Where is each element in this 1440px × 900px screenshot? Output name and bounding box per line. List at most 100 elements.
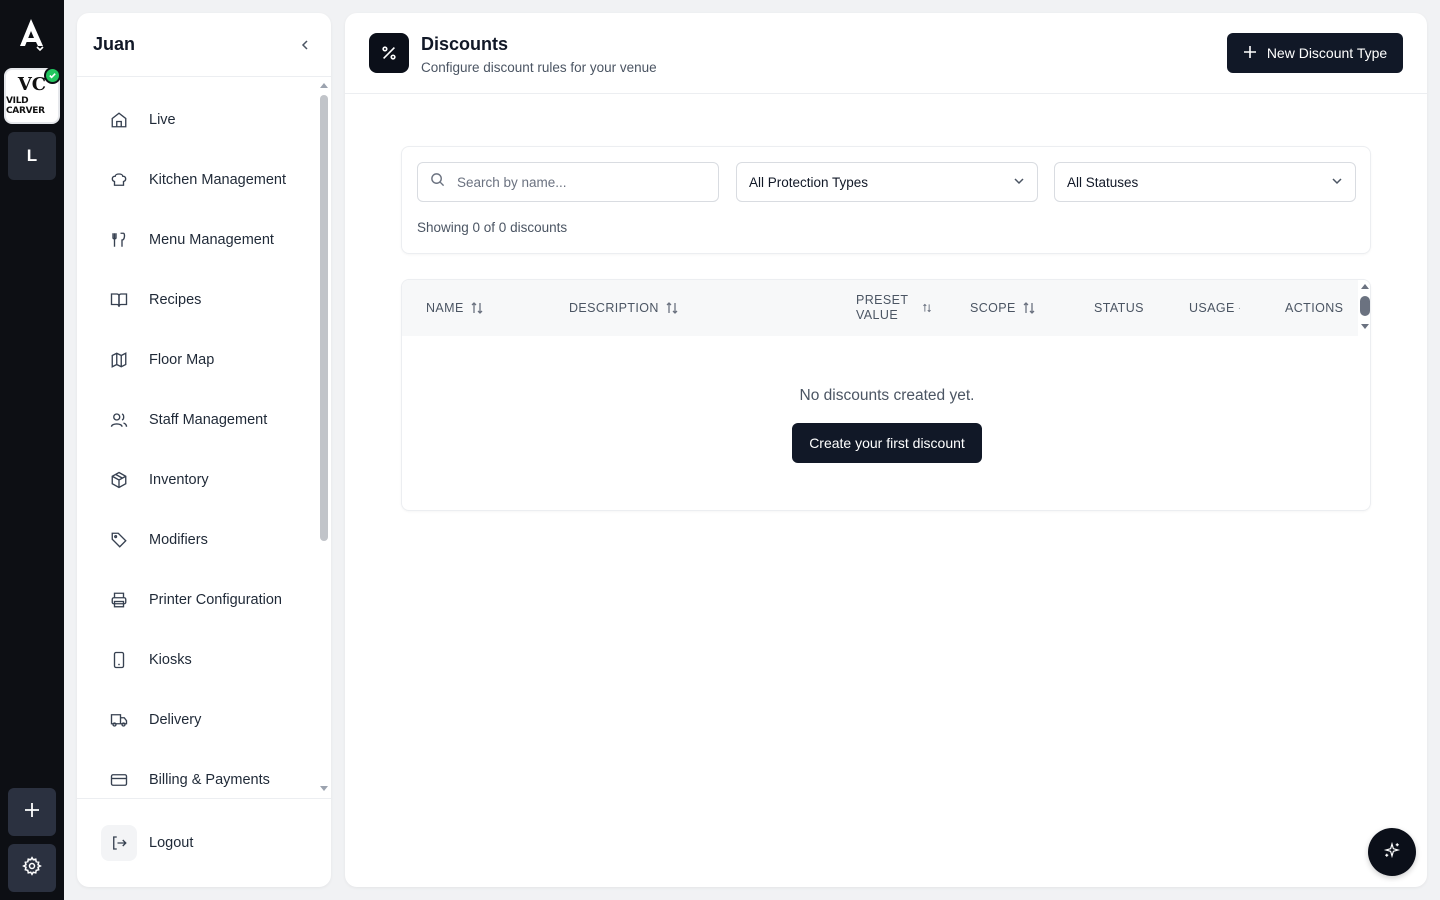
filter-card: All Protection Types All Statuses Showin… xyxy=(401,146,1371,254)
sidebar-item-label: Delivery xyxy=(149,712,202,728)
sidebar: Juan Live Kitchen Management Menu Manage… xyxy=(77,13,331,887)
column-label: PRESET VALUE xyxy=(856,293,908,323)
empty-state-message: No discounts created yet. xyxy=(799,387,975,404)
app-rail: VC VILD CARVER L xyxy=(0,0,64,900)
column-label: SCOPE xyxy=(970,301,1016,315)
sidebar-item-label: Inventory xyxy=(149,472,209,488)
scrollbar-thumb[interactable] xyxy=(320,95,328,541)
column-header-description[interactable]: DESCRIPTION xyxy=(569,280,679,336)
ai-assistant-button[interactable] xyxy=(1368,828,1416,876)
page-subtitle: Configure discount rules for your venue xyxy=(421,60,657,75)
utensils-icon xyxy=(109,230,129,250)
column-header-status: STATUS xyxy=(1094,301,1144,315)
dot-icon: · xyxy=(1237,302,1242,314)
column-header-actions: ACTIONS xyxy=(1285,301,1344,315)
scroll-up-icon[interactable] xyxy=(320,83,328,88)
sparkles-icon xyxy=(1383,841,1401,864)
results-count: Showing 0 of 0 discounts xyxy=(417,220,568,235)
add-icon xyxy=(22,800,42,825)
chevron-down-icon xyxy=(1013,175,1025,190)
chef-hat-icon xyxy=(109,170,129,190)
sidebar-item-label: Menu Management xyxy=(149,232,274,248)
sidebar-item-label: Printer Configuration xyxy=(149,592,282,608)
map-icon xyxy=(109,350,129,370)
settings-icon xyxy=(22,855,42,881)
sidebar-item-staff-management[interactable]: Staff Management xyxy=(77,390,317,450)
sidebar-scrollbar[interactable] xyxy=(317,83,331,795)
sidebar-item-label: Floor Map xyxy=(149,352,215,368)
main-panel: Discounts Configure discount rules for y… xyxy=(345,13,1427,887)
sidebar-item-label: Kitchen Management xyxy=(149,172,287,188)
venue-monogram: VC xyxy=(17,74,47,95)
app-logo-icon[interactable] xyxy=(12,14,52,54)
sidebar-item-label: Staff Management xyxy=(149,412,268,428)
create-first-discount-button[interactable]: Create your first discount xyxy=(792,423,982,463)
search-box[interactable] xyxy=(417,162,719,202)
credit-card-icon xyxy=(109,770,129,790)
sidebar-nav: Live Kitchen Management Menu Management … xyxy=(77,90,317,798)
add-venue-button[interactable] xyxy=(8,788,56,836)
sidebar-item-label: Kiosks xyxy=(149,652,192,668)
percent-icon xyxy=(369,33,409,73)
scroll-down-icon[interactable] xyxy=(320,786,328,791)
sidebar-item-modifiers[interactable]: Modifiers xyxy=(77,510,317,570)
sidebar-item-printer-configuration[interactable]: Printer Configuration xyxy=(77,570,317,630)
printer-icon xyxy=(109,590,129,610)
sidebar-footer: Logout xyxy=(77,798,331,887)
sidebar-item-kitchen-management[interactable]: Kitchen Management xyxy=(77,150,317,210)
sort-icon xyxy=(1022,301,1036,315)
scroll-up-icon[interactable] xyxy=(1361,284,1369,289)
sort-icon xyxy=(665,301,679,315)
package-icon xyxy=(109,470,129,490)
page-header: Discounts Configure discount rules for y… xyxy=(345,13,1427,94)
protection-type-select[interactable]: All Protection Types xyxy=(736,162,1038,202)
column-header-scope[interactable]: SCOPE xyxy=(970,280,1036,336)
logout-icon[interactable] xyxy=(101,825,137,861)
sidebar-item-delivery[interactable]: Delivery xyxy=(77,690,317,750)
sidebar-item-floor-map[interactable]: Floor Map xyxy=(77,330,317,390)
sidebar-item-billing-payments[interactable]: Billing & Payments xyxy=(77,750,317,798)
book-icon xyxy=(109,290,129,310)
table-header: NAME DESCRIPTION PRESET VALUE SCOPE STAT… xyxy=(402,280,1358,336)
sidebar-title: Juan xyxy=(93,34,136,54)
truck-icon xyxy=(109,710,129,730)
scrollbar-thumb[interactable] xyxy=(1360,296,1370,316)
sidebar-item-recipes[interactable]: Recipes xyxy=(77,270,317,330)
settings-button[interactable] xyxy=(8,844,56,892)
new-discount-type-label: New Discount Type xyxy=(1266,45,1388,61)
column-header-name[interactable]: NAME xyxy=(426,280,484,336)
sidebar-item-inventory[interactable]: Inventory xyxy=(77,450,317,510)
scroll-down-icon[interactable] xyxy=(1361,324,1369,329)
sidebar-item-live[interactable]: Live xyxy=(77,90,317,150)
column-header-preset-value[interactable]: PRESET VALUE xyxy=(856,280,932,336)
chevron-down-icon xyxy=(1331,175,1343,190)
check-icon xyxy=(44,67,61,84)
sidebar-item-menu-management[interactable]: Menu Management xyxy=(77,210,317,270)
protection-type-value: All Protection Types xyxy=(749,174,869,190)
table-scrollbar[interactable] xyxy=(1358,280,1370,336)
column-label-line: VALUE xyxy=(856,308,899,322)
plus-icon xyxy=(1243,45,1257,62)
search-icon xyxy=(430,172,445,192)
logout-button[interactable]: Logout xyxy=(149,835,193,851)
sort-icon xyxy=(922,303,932,313)
page-title: Discounts xyxy=(421,34,509,54)
status-select[interactable]: All Statuses xyxy=(1054,162,1356,202)
column-header-usage: USAGE · xyxy=(1189,280,1242,336)
home-icon xyxy=(109,110,129,130)
users-icon xyxy=(109,410,129,430)
sidebar-item-kiosks[interactable]: Kiosks xyxy=(77,630,317,690)
search-input[interactable] xyxy=(457,174,697,190)
column-label-line: PRESET xyxy=(856,293,909,307)
sidebar-item-label: Recipes xyxy=(149,292,202,308)
column-label: USAGE xyxy=(1189,301,1235,315)
column-label: DESCRIPTION xyxy=(569,301,659,315)
discounts-table: NAME DESCRIPTION PRESET VALUE SCOPE STAT… xyxy=(401,279,1371,511)
new-discount-type-button[interactable]: New Discount Type xyxy=(1227,33,1403,73)
workspace-avatar[interactable]: L xyxy=(8,132,56,180)
chevron-left-icon[interactable] xyxy=(293,33,317,57)
tag-icon xyxy=(109,530,129,550)
tablet-icon xyxy=(109,650,129,670)
status-value: All Statuses xyxy=(1067,174,1139,190)
sidebar-item-label: Billing & Payments xyxy=(149,772,270,788)
